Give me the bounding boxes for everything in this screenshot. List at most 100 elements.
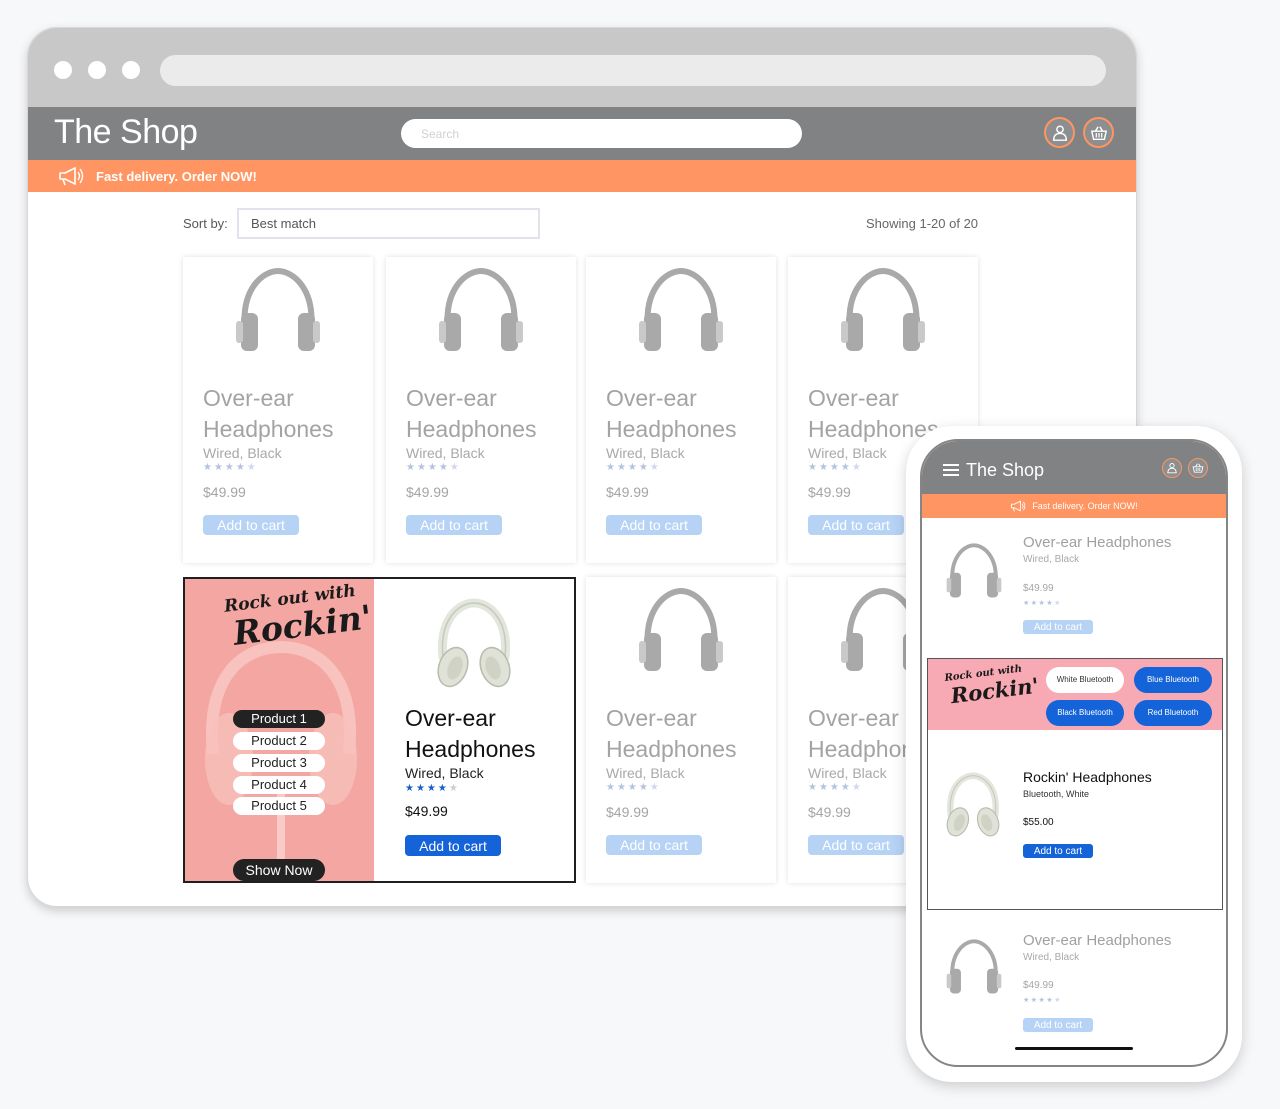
mobile-header: The Shop <box>922 441 1226 494</box>
mobile-account-button[interactable] <box>1162 458 1182 478</box>
megaphone-icon <box>58 166 84 186</box>
megaphone-icon <box>1010 500 1026 512</box>
rating-stars: ★★★★★ <box>808 462 863 473</box>
chip-white-bluetooth[interactable]: White Bluetooth <box>1046 667 1124 693</box>
rating-stars: ★★★★★ <box>406 462 461 473</box>
product-name: Over-ear Headphones <box>406 385 537 442</box>
product-card[interactable]: Over-ear Headphones Wired, Black ★★★★★ $… <box>386 257 576 563</box>
product-option-2[interactable]: Product 2 <box>233 732 325 750</box>
add-to-cart-button[interactable]: Add to cart <box>203 515 299 535</box>
mobile-promo-add-to-cart-button[interactable]: Add to cart <box>1023 844 1093 858</box>
product-option-4[interactable]: Product 4 <box>233 776 325 794</box>
user-icon <box>1166 462 1178 474</box>
browser-chrome <box>28 28 1136 107</box>
basket-icon <box>1090 124 1108 142</box>
chip-red-bluetooth[interactable]: Red Bluetooth <box>1134 700 1212 726</box>
add-to-cart-button[interactable]: Add to cart <box>808 515 904 535</box>
add-to-cart-button[interactable]: Add to cart <box>406 515 502 535</box>
mobile-promo-product-sub: Bluetooth, White <box>1023 789 1090 799</box>
product-option-1[interactable]: Product 1 <box>233 710 325 728</box>
mobile-promo-price: $55.00 <box>1023 817 1054 828</box>
white-headphones-image <box>431 597 517 693</box>
mobile-phone-frame: The Shop Fast delivery. Order NOW! Over-… <box>906 426 1242 1082</box>
promo-product-price: $49.99 <box>405 803 448 819</box>
rating-stars: ★★★★★ <box>405 783 460 794</box>
account-button[interactable] <box>1044 117 1075 148</box>
promo-add-to-cart-button[interactable]: Add to cart <box>405 835 501 856</box>
product-sub: Wired, Black <box>203 445 282 461</box>
chip-blue-bluetooth[interactable]: Blue Bluetooth <box>1134 667 1212 693</box>
window-dot-maximize[interactable] <box>122 61 140 79</box>
add-to-cart-button[interactable]: Add to cart <box>606 835 702 855</box>
add-to-cart-button[interactable]: Add to cart <box>808 835 904 855</box>
mobile-product-item[interactable]: Over-ear Headphones Wired, Black $49.99 … <box>922 518 1226 658</box>
mobile-promo-title: Rock out with Rockin' <box>944 662 1040 709</box>
results-count: Showing 1-20 of 20 <box>866 216 979 231</box>
promo-banner: Fast delivery. Order NOW! <box>28 160 1136 192</box>
headphones-icon <box>235 267 321 363</box>
mobile-promo-card: Rock out with Rockin' White Bluetooth Bl… <box>927 658 1223 910</box>
mobile-add-to-cart-button[interactable]: Add to cart <box>1023 620 1093 634</box>
rating-stars: ★★★★★ <box>1023 997 1062 1004</box>
mobile-product-item[interactable]: Over-ear Headphones Wired, Black $49.99 … <box>922 916 1226 1056</box>
headphones-icon <box>946 938 1002 1002</box>
headphones-icon <box>638 267 724 363</box>
product-price: $49.99 <box>606 484 649 500</box>
product-sub: Wired, Black <box>406 445 485 461</box>
mobile-product-sub: Wired, Black <box>1023 554 1080 565</box>
window-dot-minimize[interactable] <box>88 61 106 79</box>
mobile-product-sub: Wired, Black <box>1023 952 1080 963</box>
product-card[interactable]: Over-ear Headphones Wired, Black ★★★★★ $… <box>183 257 373 563</box>
product-card[interactable]: Over-ear Headphones Wired, Black ★★★★★ $… <box>586 577 776 883</box>
product-sub: Wired, Black <box>808 765 887 781</box>
chip-black-bluetooth[interactable]: Black Bluetooth <box>1046 700 1124 726</box>
show-now-button[interactable]: Show Now <box>233 859 325 881</box>
headphones-icon <box>946 542 1002 606</box>
mobile-screen: The Shop Fast delivery. Order NOW! Over-… <box>920 439 1228 1067</box>
mobile-add-to-cart-button[interactable]: Add to cart <box>1023 1018 1093 1032</box>
mobile-promo-header: Rock out with Rockin' White Bluetooth Bl… <box>928 659 1222 730</box>
rating-stars: ★★★★★ <box>606 782 661 793</box>
product-sub: Wired, Black <box>606 765 685 781</box>
product-sub: Wired, Black <box>606 445 685 461</box>
sort-label: Sort by: <box>183 216 228 231</box>
product-price: $49.99 <box>203 484 246 500</box>
mobile-cart-button[interactable] <box>1188 458 1208 478</box>
headphones-icon <box>638 587 724 683</box>
banner-text: Fast delivery. Order NOW! <box>96 168 257 184</box>
address-bar[interactable] <box>160 55 1106 86</box>
promo-card: Rock out with Rockin' Product 1 Product … <box>183 577 576 883</box>
product-sub: Wired, Black <box>808 445 887 461</box>
mobile-shop-logo[interactable]: The Shop <box>966 460 1044 481</box>
shop-logo[interactable]: The Shop <box>54 113 198 152</box>
mobile-product-price: $49.99 <box>1023 583 1054 594</box>
window-dot-close[interactable] <box>54 61 72 79</box>
home-indicator[interactable] <box>1015 1047 1133 1050</box>
mobile-product-name: Over-ear Headphones <box>1023 534 1172 551</box>
search-input[interactable] <box>401 119 802 148</box>
mobile-product-name: Over-ear Headphones <box>1023 932 1172 949</box>
product-card[interactable]: Over-ear Headphones Wired, Black ★★★★★ $… <box>586 257 776 563</box>
cart-button[interactable] <box>1083 117 1114 148</box>
rating-stars: ★★★★★ <box>808 782 863 793</box>
product-price: $49.99 <box>808 484 851 500</box>
mobile-banner-text: Fast delivery. Order NOW! <box>1032 501 1138 511</box>
rating-stars: ★★★★★ <box>203 462 258 473</box>
sort-select[interactable]: Best match <box>237 208 540 239</box>
hamburger-menu-icon[interactable] <box>942 463 960 477</box>
promo-image-panel: Rock out with Rockin' Product 1 Product … <box>185 579 374 881</box>
headphones-icon <box>438 267 524 363</box>
mobile-promo-product-name: Rockin' Headphones <box>1023 769 1152 785</box>
product-price: $49.99 <box>606 804 649 820</box>
product-name: Over-ear Headphones <box>606 385 737 442</box>
basket-icon <box>1192 462 1204 474</box>
promo-product-name: Over-ear Headphones <box>405 705 536 762</box>
product-option-5[interactable]: Product 5 <box>233 797 325 815</box>
mobile-promo-banner: Fast delivery. Order NOW! <box>922 494 1226 518</box>
mobile-product-price: $49.99 <box>1023 980 1054 991</box>
product-name: Over-ear Headphones <box>203 385 334 442</box>
add-to-cart-button[interactable]: Add to cart <box>606 515 702 535</box>
product-option-3[interactable]: Product 3 <box>233 754 325 772</box>
product-price: $49.99 <box>406 484 449 500</box>
product-price: $49.99 <box>808 804 851 820</box>
